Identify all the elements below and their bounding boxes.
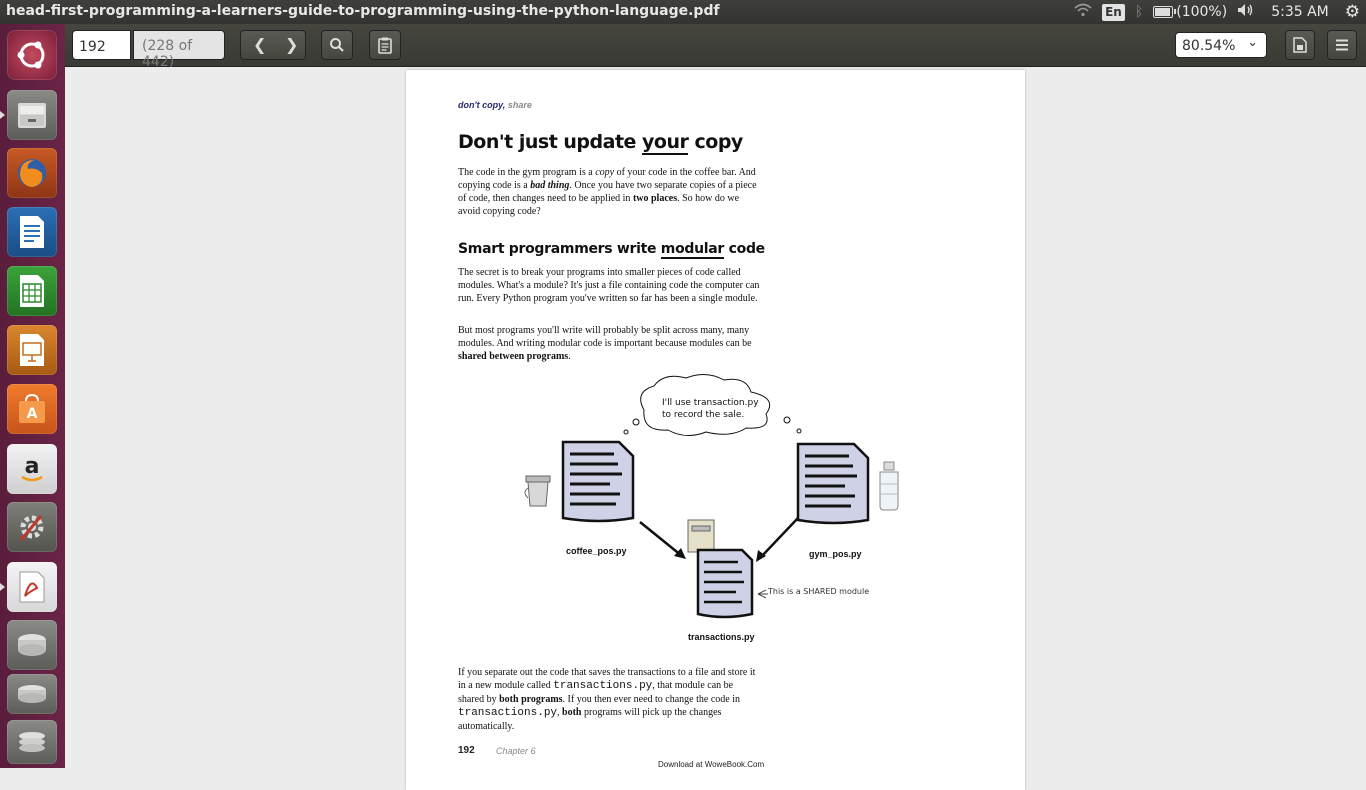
document-view-icon	[1293, 37, 1307, 53]
clock[interactable]: 5:35 AM	[1271, 4, 1329, 20]
heading-text: copy	[688, 131, 744, 153]
heading-text: Don't just update	[458, 131, 643, 153]
paragraph-3: But most programs you'll write will prob…	[458, 325, 752, 362]
libreoffice-calc-icon[interactable]	[7, 266, 57, 316]
battery-icon	[1153, 6, 1177, 18]
subsection-heading: Smart programmers write modular code	[458, 241, 765, 259]
system-tray: En ᛒ (100%) 5:35 AM ⚙	[1074, 0, 1360, 24]
drive-icon[interactable]	[7, 620, 57, 670]
presentation-button[interactable]	[1285, 30, 1315, 60]
libreoffice-writer-icon[interactable]	[7, 207, 57, 257]
next-page-icon[interactable]: ❯	[285, 35, 298, 54]
libreoffice-impress-icon[interactable]	[7, 325, 57, 375]
volume-icon[interactable]	[1237, 3, 1255, 21]
previous-page-icon[interactable]: ❮	[253, 35, 266, 54]
page-navigation: ❮ ❯	[240, 30, 306, 60]
header-text: don't copy,	[458, 100, 506, 110]
coffee-pos-document-icon	[561, 440, 635, 523]
svg-text:A: A	[27, 406, 38, 422]
thought-bubble-text: I'll use transaction.py to record the sa…	[662, 398, 759, 420]
chapter-label: Chapter 6	[496, 746, 536, 756]
chevron-down-icon: ⌄	[1247, 35, 1258, 50]
bluetooth-icon[interactable]: ᛒ	[1135, 4, 1143, 20]
svg-text:a: a	[25, 454, 40, 479]
hamburger-menu-icon	[1336, 39, 1348, 51]
clipboard-icon	[378, 37, 392, 54]
zoom-select[interactable]: 80.54% ⌄	[1175, 32, 1267, 58]
top-panel: head-first-programming-a-learners-guide-…	[0, 0, 1366, 24]
water-bottle-icon	[879, 461, 899, 511]
window-title: head-first-programming-a-learners-guide-…	[6, 3, 720, 19]
search-button[interactable]	[321, 30, 353, 60]
running-header: don't copy, share	[458, 100, 532, 110]
zoom-value: 80.54%	[1182, 38, 1236, 54]
search-icon	[330, 38, 344, 52]
battery-indicator[interactable]: (100%)	[1153, 4, 1227, 20]
keyboard-layout-indicator[interactable]: En	[1102, 3, 1125, 21]
section-heading: Don't just update your copy	[458, 131, 744, 155]
paragraph-4: If you separate out the code that saves …	[458, 667, 756, 732]
trash-icon[interactable]	[7, 720, 57, 764]
system-settings-icon[interactable]	[7, 502, 57, 552]
document-viewer-icon[interactable]	[0, 562, 57, 612]
heading-underlined: your	[642, 131, 689, 155]
annotations-button[interactable]	[369, 30, 401, 60]
settings-gear-icon[interactable]: ⚙	[1345, 2, 1360, 22]
ubuntu-dash-icon[interactable]	[7, 30, 57, 80]
header-text-gray: share	[507, 100, 532, 110]
unity-launcher: A a	[0, 24, 66, 768]
pdf-page: don't copy, share Don't just update your…	[406, 70, 1025, 790]
gym-pos-document-icon	[796, 442, 870, 525]
page-number-input[interactable]: 192	[72, 30, 131, 60]
paragraph-2: The secret is to break your programs int…	[458, 267, 760, 304]
drive-icon[interactable]	[7, 674, 57, 714]
transactions-document-icon	[696, 548, 754, 619]
wifi-icon[interactable]	[1074, 3, 1092, 21]
document-area[interactable]: don't copy, share Don't just update your…	[65, 67, 1366, 790]
files-icon[interactable]	[0, 90, 57, 140]
page-count: (228 of 442)	[133, 30, 225, 70]
coffee-cup-icon	[524, 475, 551, 507]
transactions-label: transactions.py	[688, 632, 755, 642]
amazon-icon[interactable]: a	[7, 444, 57, 494]
coffee-pos-label: coffee_pos.py	[566, 546, 627, 556]
viewer-toolbar: 192 (228 of 442) ❮ ❯ 80.54% ⌄	[65, 24, 1366, 70]
paragraph-1: The code in the gym program is a copy of…	[458, 167, 757, 217]
gym-pos-label: gym_pos.py	[809, 549, 862, 559]
menu-button[interactable]	[1327, 30, 1357, 60]
shared-module-note: This is a SHARED module	[768, 587, 870, 596]
page-number: 192	[458, 745, 475, 756]
server-icon	[687, 519, 715, 553]
battery-percent: (100%)	[1176, 4, 1228, 20]
ubuntu-software-icon[interactable]: A	[7, 384, 57, 434]
firefox-icon[interactable]	[7, 148, 57, 198]
